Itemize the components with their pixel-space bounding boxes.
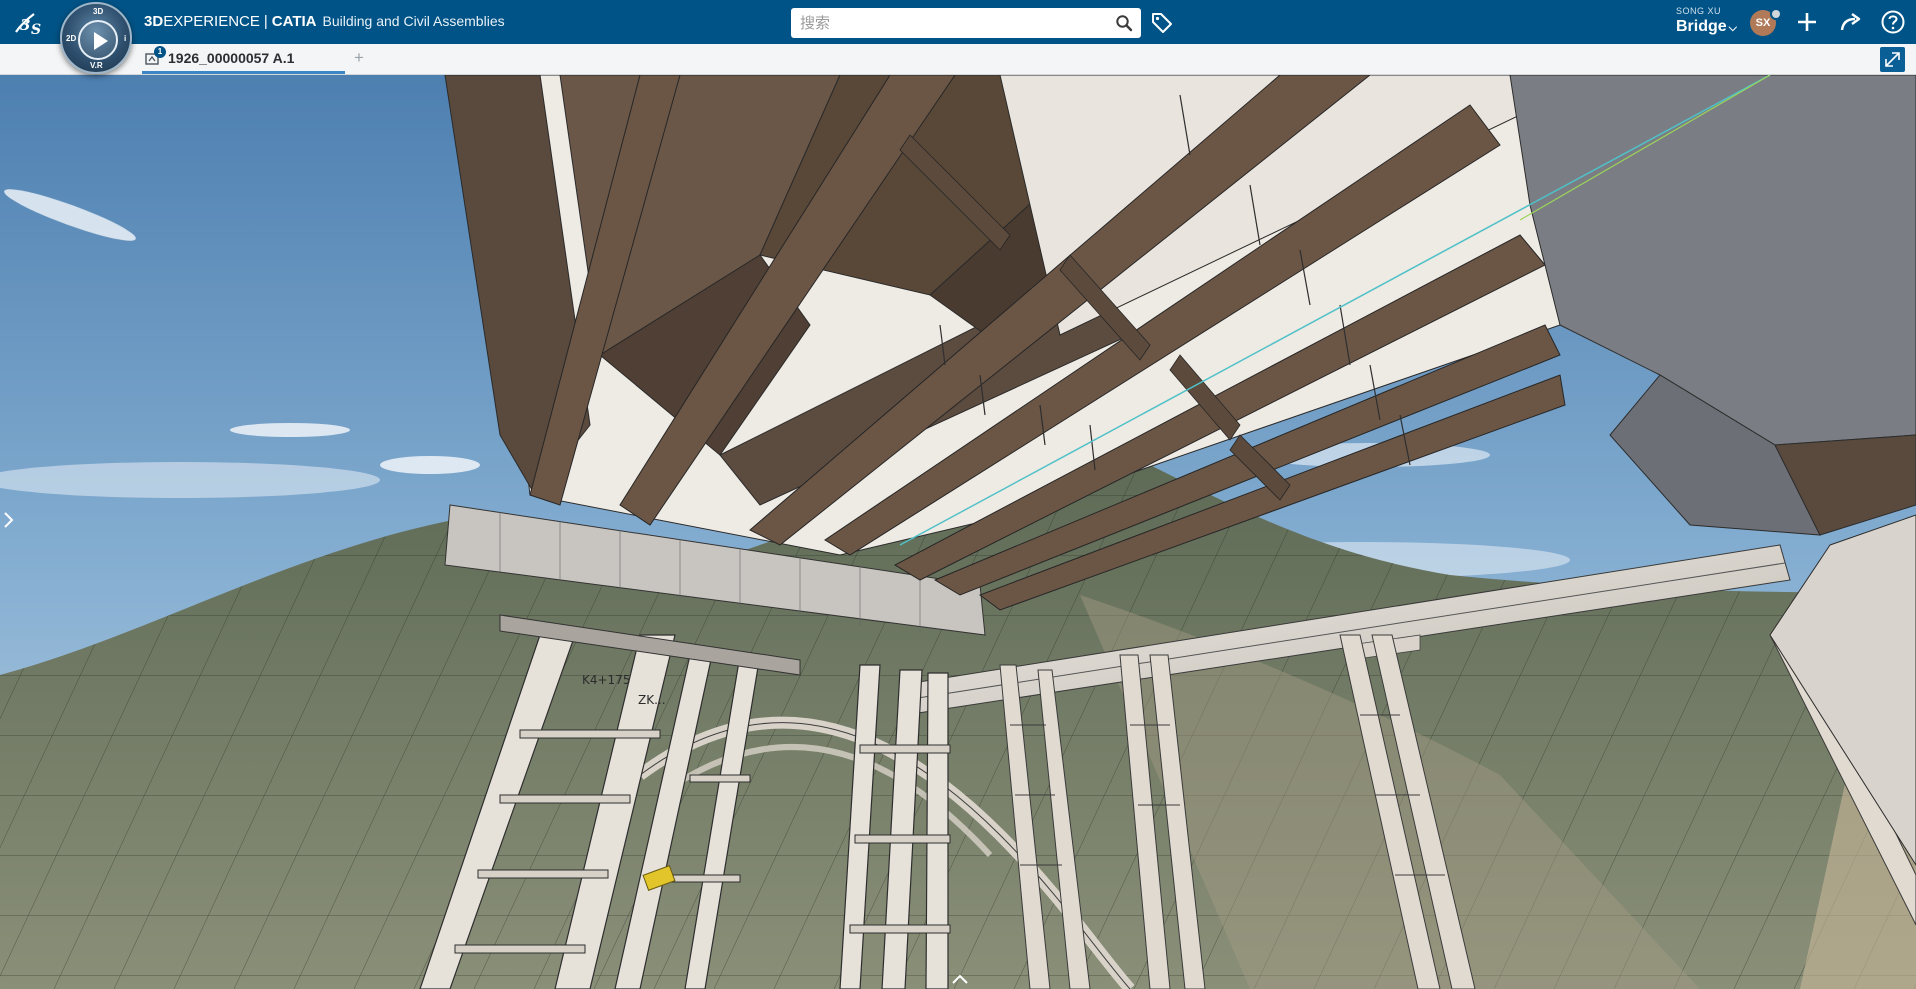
tab-bar: 1 1926_00000057 A.1 + [0,44,1916,75]
share-icon[interactable] [1838,9,1864,35]
3d-viewport[interactable]: K4+175 ZK... [0,75,1916,989]
compass-right-label[interactable]: i [124,34,126,43]
svg-text:S: S [31,22,41,38]
chevron-right-icon[interactable] [2,509,16,531]
brand-separator: | [263,13,268,30]
svg-text:3: 3 [20,16,30,34]
collab-space-name: Bridge [1676,18,1727,35]
compass-top-label[interactable]: 3D [93,7,103,16]
app-name: Building and Civil Assemblies [322,13,505,29]
brand-experience: EXPERIENCE [163,13,260,30]
compass-left-label[interactable]: 2D [66,34,76,43]
station-label: K4+175 [582,673,631,687]
add-tab-button[interactable]: + [354,48,364,68]
plus-icon[interactable] [1794,9,1820,35]
chevron-down-icon: ⌵ [1728,22,1738,34]
tab-badge: 1 [154,46,166,58]
presence-status-icon [1770,8,1782,20]
help-icon[interactable] [1880,9,1906,35]
chevron-up-icon[interactable] [948,971,972,987]
compass-icon[interactable]: 3D 2D i V.R [60,2,132,74]
3ds-logo-icon[interactable]: 3 S [12,6,48,38]
tab-title: 1926_00000057 A.1 [168,50,295,66]
tag-icon[interactable] [1150,10,1174,34]
play-icon[interactable] [78,20,118,60]
tab-document[interactable]: 1 1926_00000057 A.1 [142,44,345,74]
search-box[interactable] [791,8,1141,38]
maximize-icon[interactable] [1880,47,1905,72]
app-brand: 3DEXPERIENCE | CATIA Building and Civil Ass… [144,13,505,30]
compass-bottom-label[interactable]: V.R [90,61,103,70]
brand-3d: 3D [144,13,164,30]
search-icon[interactable] [1115,14,1133,32]
brand-catia: CATIA [271,13,317,30]
top-bar: 3 S 3D 2D i V.R 3DEXPERIENCE | CATIA Buildi… [0,0,1916,74]
bridge-3d-scene[interactable] [0,75,1916,989]
search-input[interactable] [791,8,1091,38]
station-label-secondary: ZK... [638,693,666,707]
